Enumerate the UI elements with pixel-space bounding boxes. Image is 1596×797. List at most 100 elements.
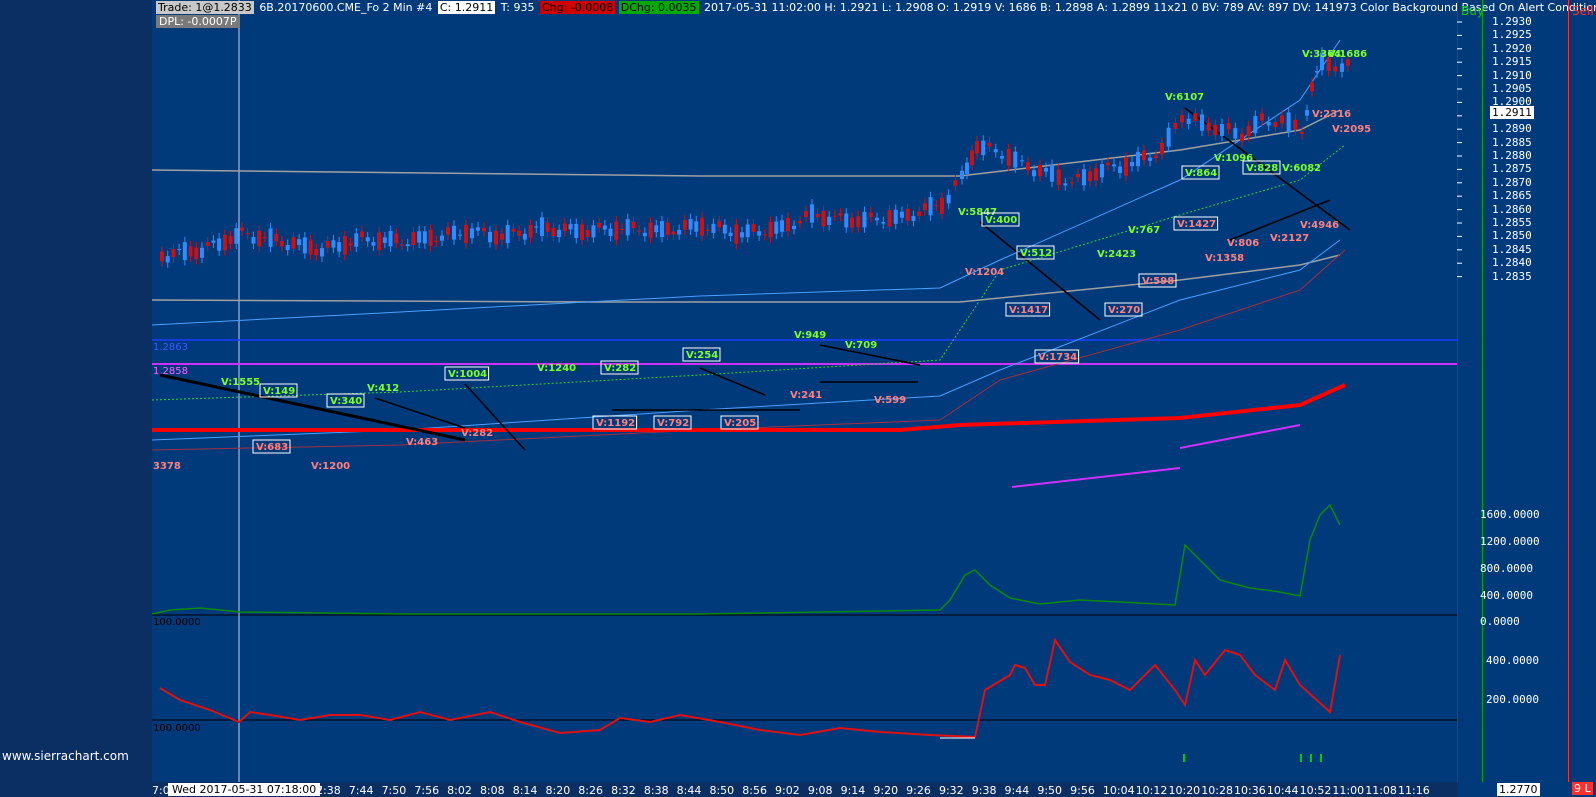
candle-body	[922, 203, 927, 211]
candle-body	[960, 170, 964, 180]
candle-body	[1112, 164, 1116, 167]
volume-label: V:949	[794, 330, 826, 341]
candle-body	[1076, 174, 1080, 178]
time-axis-label: 9:02	[775, 784, 800, 797]
candle-body	[608, 228, 613, 236]
candle-body	[1106, 162, 1110, 166]
candle-body	[1136, 151, 1140, 167]
candle-body	[917, 211, 922, 216]
candle-body	[768, 221, 773, 238]
volume-label: V:340	[330, 396, 362, 407]
candle-body	[591, 225, 596, 238]
candle-body	[182, 242, 187, 261]
price-axis-label: 1.2880	[1492, 149, 1532, 162]
ticks-value: T: 935	[500, 1, 535, 14]
time-axis-label: 8:14	[512, 784, 538, 797]
candle-body	[780, 220, 784, 232]
candle-body	[868, 212, 873, 217]
volume-label: V:1417	[1009, 305, 1048, 316]
time-axis-label: 10:36	[1234, 784, 1266, 797]
candle-body	[240, 227, 244, 231]
candle-body	[488, 231, 492, 243]
time-axis-label: 8:08	[479, 784, 505, 797]
candle-body	[200, 247, 204, 258]
candle-body	[291, 237, 296, 249]
indicator-line	[159, 637, 1341, 739]
candle-body	[1020, 160, 1024, 162]
candle-body	[211, 240, 216, 243]
candle-body	[494, 231, 498, 245]
candle-body	[700, 217, 704, 236]
time-axis-label: 9:20	[873, 784, 899, 797]
time-axis-label: 9:14	[840, 784, 866, 797]
price-axis-label: 1.2835	[1492, 269, 1532, 283]
sell-button[interactable]: Sell	[1572, 4, 1594, 18]
time-axis-label: 11:00	[1332, 784, 1365, 797]
candle-body	[934, 205, 939, 207]
candle-body	[417, 231, 422, 243]
price-axis-label: 1.2870	[1492, 175, 1532, 189]
candle-body	[1333, 66, 1338, 72]
candle-body	[887, 210, 892, 227]
candle-body	[677, 229, 682, 235]
candle-body	[297, 239, 302, 246]
candle-body	[705, 229, 710, 231]
chart-graphics: 100.0000 100.0000 1.2863 1.2858 V:1555V:149 V…	[151, 0, 1462, 782]
price-axis-label: 1.2850	[1492, 229, 1532, 243]
candle-body	[314, 249, 319, 256]
volume-label: V:6082	[1282, 163, 1321, 174]
time-axis-label: 10:52	[1299, 784, 1332, 797]
chart-window: 100.0000 100.0000 1.2863 1.2858 V:1555 V:149 V…	[0, 0, 1596, 797]
candle-body	[981, 140, 986, 156]
bottom-sell-marker: 9 L	[1572, 782, 1593, 795]
oscillator-axis-label: 400.0000	[1480, 589, 1533, 602]
candle-body	[665, 222, 670, 235]
volume-label: V:792	[657, 418, 689, 429]
midline-dotted	[151, 144, 1346, 401]
candle-body	[1166, 127, 1171, 147]
candle-body	[194, 247, 199, 260]
candle-body	[1148, 157, 1152, 161]
magenta-segment	[1179, 424, 1301, 449]
candle-body	[1013, 151, 1018, 168]
volume-label: V:400	[985, 215, 1017, 226]
candle-body	[1082, 169, 1086, 186]
candle-body	[476, 227, 480, 231]
candle-body	[751, 224, 756, 232]
time-axis-label: 9:50	[1037, 784, 1063, 797]
candle-body	[505, 225, 510, 244]
candle-body	[1286, 112, 1291, 132]
candle-body	[331, 240, 336, 248]
candle-body	[940, 197, 944, 214]
candle-body	[522, 233, 527, 240]
candle-body	[1180, 115, 1184, 123]
candle-body	[534, 226, 539, 228]
bottom-price-marker: 1.2770	[1497, 783, 1540, 796]
time-axis-label: 8:26	[578, 784, 603, 797]
candle-body	[400, 244, 404, 246]
volume-label: V:598	[1142, 276, 1174, 287]
candle-body	[970, 150, 974, 166]
volume-label: V:282	[604, 363, 636, 374]
candle-body	[251, 236, 256, 244]
time-axis-label: 8:44	[676, 784, 702, 797]
candle-body	[711, 223, 716, 233]
time-axis-label: 10:28	[1201, 784, 1233, 797]
candle-body	[975, 141, 979, 154]
candle-body	[1088, 171, 1092, 182]
buy-button[interactable]: Buy	[1461, 4, 1484, 18]
volume-label: V:683	[256, 442, 288, 453]
cursor-date-box: Wed 2017-05-31 07:18:00	[168, 783, 321, 796]
volume-label: V:412	[367, 383, 399, 394]
candle-body	[1206, 122, 1211, 131]
candle-body	[660, 221, 664, 238]
candle-body	[1240, 133, 1244, 142]
candle-body	[551, 227, 556, 237]
candle-body	[1226, 122, 1231, 130]
volume-label: V:282	[461, 428, 493, 439]
candle-body	[827, 216, 832, 226]
candle-body	[1293, 119, 1298, 130]
indicator-axis-label: 200.0000	[1486, 693, 1539, 706]
candle-body	[682, 220, 687, 230]
trendline	[699, 367, 766, 396]
